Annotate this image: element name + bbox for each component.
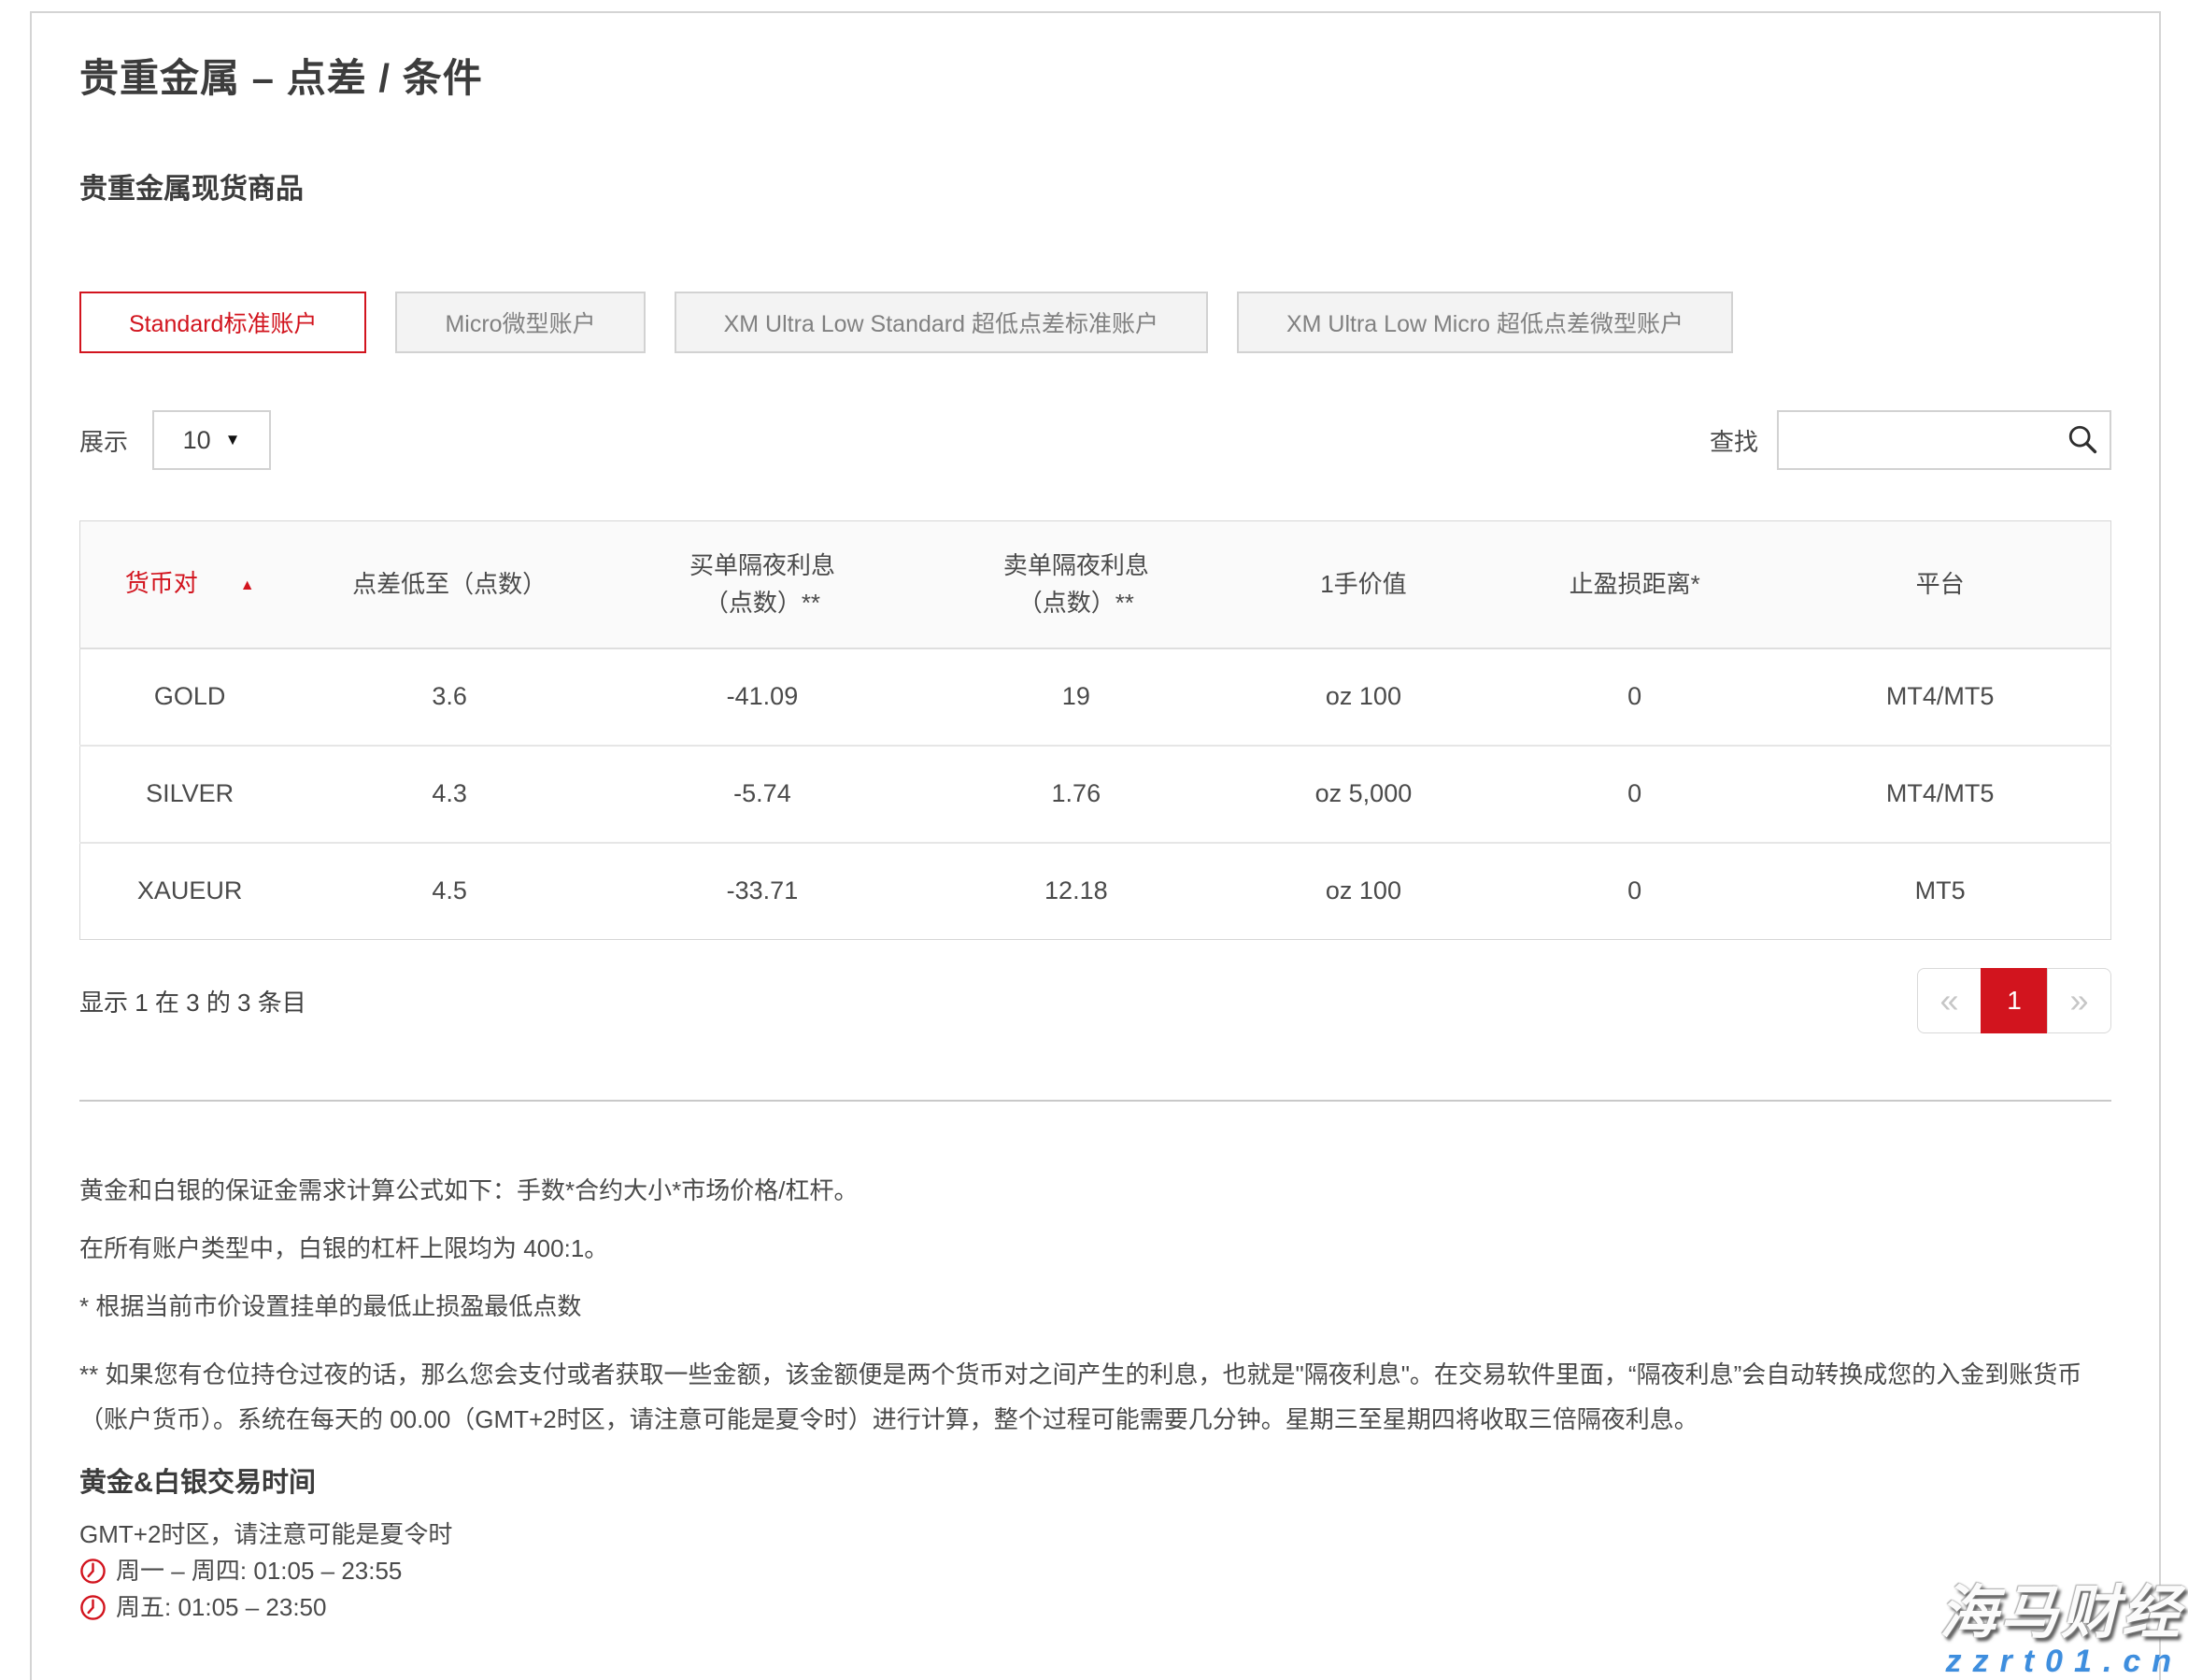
table-row-xaueur: XAUEUR 4.5 -33.71 12.18 oz 100 0 MT5	[80, 843, 2111, 940]
pagination-prev-button[interactable]: «	[1917, 968, 1982, 1033]
cell-lot-value: oz 5,000	[1228, 746, 1499, 843]
column-header-platform[interactable]: 平台	[1769, 521, 2110, 648]
clock-icon	[79, 1594, 107, 1621]
column-header-stop-level[interactable]: 止盈损距离*	[1499, 521, 1769, 648]
page-subtitle: 贵重金属现货商品	[79, 165, 2111, 206]
cell-swap-long: -41.09	[600, 648, 925, 746]
cell-platform: MT4/MT5	[1769, 648, 2110, 746]
table-row-silver: SILVER 4.3 -5.74 1.76 oz 5,000 0 MT4/MT5	[80, 746, 2111, 843]
cell-stop-level: 0	[1499, 648, 1769, 746]
cell-spread: 4.3	[299, 746, 600, 843]
entries-summary: 显示 1 在 3 的 3 条目	[79, 984, 306, 1018]
trading-hours-heading: 黄金&白银交易时间	[79, 1460, 2111, 1500]
cell-symbol: SILVER	[80, 746, 300, 843]
clock-icon	[79, 1558, 107, 1585]
table-footer: 显示 1 在 3 的 3 条目 « 1 »	[79, 968, 2111, 1033]
stop-level-footnote: * 根据当前市价设置挂单的最低止损盈最低点数	[79, 1290, 2111, 1322]
cell-swap-short: 19	[925, 648, 1228, 746]
sort-asc-icon: ▲	[240, 567, 255, 605]
search-icon	[2067, 423, 2098, 455]
page-size-dropdown[interactable]: 10 ▼	[152, 410, 271, 470]
table-row-gold: GOLD 3.6 -41.09 19 oz 100 0 MT4/MT5	[80, 648, 2111, 746]
cell-stop-level: 0	[1499, 843, 1769, 940]
cell-stop-level: 0	[1499, 746, 1769, 843]
column-header-swap-long[interactable]: 买单隔夜利息 （点数）**	[600, 521, 925, 648]
pagination: « 1 »	[1917, 968, 2111, 1033]
session-friday-label: 周五: 01:05 – 23:50	[116, 1593, 326, 1621]
chevron-down-icon: ▼	[225, 431, 241, 449]
cell-swap-long: -33.71	[600, 843, 925, 940]
cell-spread: 4.5	[299, 843, 600, 940]
column-header-symbol[interactable]: 货币对 ▲	[80, 521, 300, 648]
column-header-swap-short[interactable]: 卖单隔夜利息 （点数）**	[925, 521, 1228, 648]
show-entries-label: 展示	[79, 423, 128, 458]
section-divider	[79, 1100, 2111, 1102]
search-box	[1777, 410, 2111, 470]
pagination-page-1-button[interactable]: 1	[1981, 968, 2048, 1033]
cell-swap-long: -5.74	[600, 746, 925, 843]
tab-ultra-low-standard-account[interactable]: XM Ultra Low Standard 超低点差标准账户	[675, 292, 1208, 353]
footnotes: 黄金和白银的保证金需求计算公式如下：手数*合约大小*市场价格/杠杆。 在所有账户…	[79, 1175, 2111, 1442]
pagination-next-button[interactable]: »	[2047, 968, 2111, 1033]
search-label: 查找	[1710, 423, 1758, 458]
page-size-value: 10	[183, 426, 211, 455]
cell-swap-short: 1.76	[925, 746, 1228, 843]
timezone-note: GMT+2时区，请注意可能是夏令时	[79, 1520, 2111, 1548]
margin-formula-note: 黄金和白银的保证金需求计算公式如下：手数*合约大小*市场价格/杠杆。	[79, 1175, 2111, 1206]
cell-spread: 3.6	[299, 648, 600, 746]
page-title: 贵重金属 – 点差 / 条件	[79, 47, 2111, 104]
page-frame: 贵重金属 – 点差 / 条件 贵重金属现货商品 Standard标准账户 Mic…	[30, 11, 2161, 1680]
column-header-symbol-label: 货币对	[125, 569, 198, 597]
account-type-tabs: Standard标准账户 Micro微型账户 XM Ultra Low Stan…	[79, 292, 2111, 353]
table-controls: 展示 10 ▼ 查找	[79, 410, 2111, 470]
session-row-weekdays: 周一 – 周四: 01:05 – 23:55	[79, 1557, 2111, 1585]
tab-micro-account[interactable]: Micro微型账户	[395, 292, 645, 353]
cell-lot-value: oz 100	[1228, 648, 1499, 746]
session-row-friday: 周五: 01:05 – 23:50	[79, 1593, 2111, 1621]
tab-ultra-low-micro-account[interactable]: XM Ultra Low Micro 超低点差微型账户	[1237, 292, 1733, 353]
swap-footnote: ** 如果您有仓位持仓过夜的话，那么您会支付或者获取一些金额，该金额便是两个货币…	[79, 1352, 2111, 1442]
cell-symbol: GOLD	[80, 648, 300, 746]
cell-lot-value: oz 100	[1228, 843, 1499, 940]
column-header-spread[interactable]: 点差低至（点数）	[299, 521, 600, 648]
cell-symbol: XAUEUR	[80, 843, 300, 940]
cell-platform: MT5	[1769, 843, 2110, 940]
spreads-table: 货币对 ▲ 点差低至（点数） 买单隔夜利息 （点数）** 卖单隔夜利息 （点数）*…	[79, 520, 2111, 940]
session-weekdays-label: 周一 – 周四: 01:05 – 23:55	[116, 1557, 402, 1585]
cell-swap-short: 12.18	[925, 843, 1228, 940]
table-header-row: 货币对 ▲ 点差低至（点数） 买单隔夜利息 （点数）** 卖单隔夜利息 （点数）*…	[80, 521, 2111, 648]
tab-standard-account[interactable]: Standard标准账户	[79, 292, 366, 353]
leverage-note: 在所有账户类型中，白银的杠杆上限均为 400:1。	[79, 1232, 2111, 1264]
column-header-lot-value[interactable]: 1手价值	[1228, 521, 1499, 648]
search-input[interactable]	[1777, 410, 2111, 470]
cell-platform: MT4/MT5	[1769, 746, 2110, 843]
